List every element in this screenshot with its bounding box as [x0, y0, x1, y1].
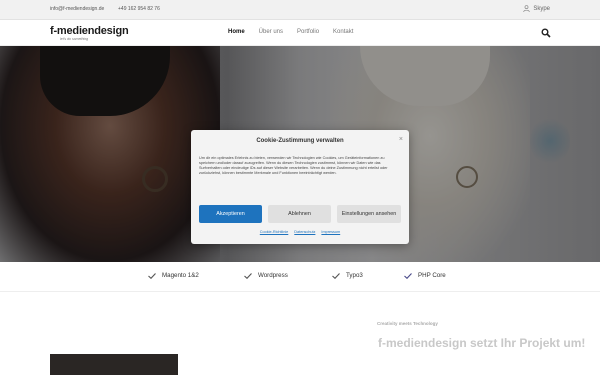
close-icon[interactable]: ×	[399, 136, 403, 143]
nav-home[interactable]: Home	[228, 29, 245, 35]
feature-item: PHP Core	[404, 272, 446, 279]
feature-item: Magento 1&2	[148, 272, 199, 279]
settings-button[interactable]: Einstellungen ansehen	[337, 205, 401, 223]
cookie-policy-link[interactable]: Cookie-Richtlinie	[260, 230, 289, 234]
cookie-consent-dialog: Cookie-Zustimmung verwalten × Um dir ein…	[191, 130, 409, 244]
dialog-title: Cookie-Zustimmung verwalten	[256, 138, 344, 144]
feature-label: Magento 1&2	[162, 272, 199, 279]
feature-label: Typo3	[346, 272, 363, 279]
feature-label: Wordpress	[258, 272, 288, 279]
check-icon	[148, 272, 156, 279]
skype-link[interactable]: Skype	[523, 5, 550, 12]
main-nav: Home Über uns Portfolio Kontakt	[228, 29, 353, 35]
feature-item: Wordpress	[244, 272, 288, 279]
contact-phone[interactable]: +49 162 954 82 76	[118, 6, 160, 12]
search-icon[interactable]	[541, 28, 551, 38]
dialog-buttons: Akzeptieren Ablehnen Einstellungen anseh…	[199, 205, 401, 223]
feature-item: Typo3	[332, 272, 363, 279]
intro-section: Creativity meets Technology f-mediendesi…	[0, 292, 600, 375]
dialog-links: Cookie-Richtlinie Datenschutz Impressum	[191, 230, 409, 234]
skype-label: Skype	[533, 5, 550, 12]
check-icon	[332, 272, 340, 279]
section-kicker: Creativity meets Technology	[377, 321, 438, 326]
imprint-link[interactable]: Impressum	[321, 230, 340, 234]
deny-button[interactable]: Ablehnen	[268, 205, 331, 223]
logo-tagline: let's do something	[60, 37, 89, 41]
check-icon	[244, 272, 252, 279]
intro-image	[50, 354, 178, 375]
features-row: Magento 1&2 Wordpress Typo3 PHP Core	[0, 262, 600, 292]
nav-portfolio[interactable]: Portfolio	[297, 29, 319, 35]
nav-ueber-uns[interactable]: Über uns	[259, 29, 283, 35]
top-info-bar: info@f-mediendesign.de +49 162 954 82 76…	[0, 0, 600, 20]
section-title: f-mediendesign setzt Ihr Projekt um!	[378, 336, 586, 350]
nav-kontakt[interactable]: Kontakt	[333, 29, 353, 35]
user-icon	[523, 5, 530, 12]
dialog-text: Um dir ein optimales Erlebnis zu bieten,…	[199, 156, 388, 176]
privacy-link[interactable]: Datenschutz	[294, 230, 315, 234]
accept-button[interactable]: Akzeptieren	[199, 205, 262, 223]
feature-label: PHP Core	[418, 272, 446, 279]
contact-email[interactable]: info@f-mediendesign.de	[50, 6, 104, 12]
site-logo[interactable]: f-mediendesign	[50, 25, 129, 37]
site-header: f-mediendesign let's do something Home Ü…	[0, 20, 600, 46]
check-icon	[404, 272, 412, 279]
